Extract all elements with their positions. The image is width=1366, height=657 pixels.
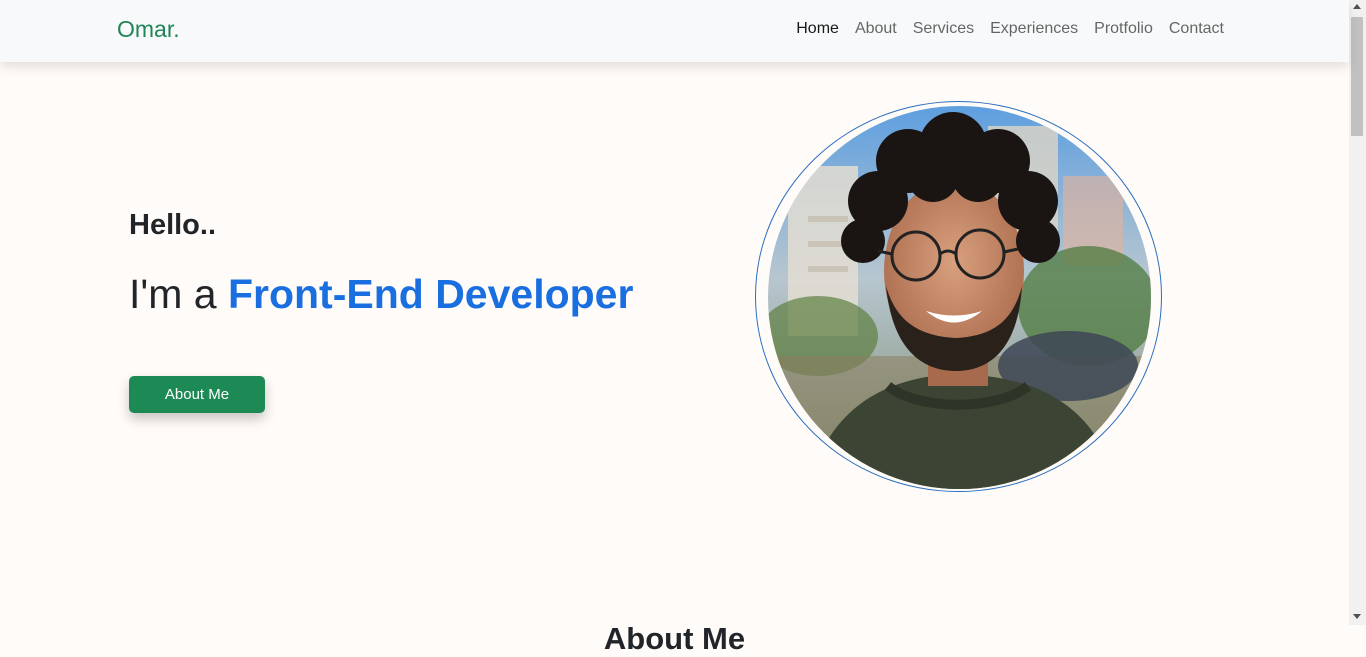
nav-link-home[interactable]: Home	[796, 20, 839, 38]
profile-photo-illustration	[768, 106, 1151, 489]
brand-logo[interactable]: Omar.	[117, 16, 180, 43]
page-scrollbar[interactable]	[1349, 0, 1366, 625]
nav-link-about[interactable]: About	[855, 20, 897, 38]
hero-greeting: Hello..	[129, 209, 217, 241]
nav-link-portfolio[interactable]: Protfolio	[1094, 20, 1153, 38]
main-nav: Home About Services Experiences Protfoli…	[796, 20, 1224, 38]
nav-link-services[interactable]: Services	[913, 20, 974, 38]
scroll-down-arrow-icon[interactable]	[1353, 614, 1361, 619]
scroll-up-arrow-icon[interactable]	[1353, 4, 1361, 9]
hero-role: Front-End Developer	[227, 271, 634, 317]
about-section-title: About Me	[603, 620, 746, 656]
hero-headline: I'm a Front-End Developer	[129, 271, 633, 318]
profile-photo	[768, 106, 1151, 489]
scrollbar-thumb[interactable]	[1351, 17, 1363, 136]
nav-link-contact[interactable]: Contact	[1169, 20, 1224, 38]
top-navbar: Omar. Home About Services Experiences Pr…	[0, 0, 1349, 62]
hero-intro: I'm a	[129, 271, 228, 317]
nav-link-experiences[interactable]: Experiences	[990, 20, 1078, 38]
about-me-button[interactable]: About Me	[129, 376, 265, 413]
